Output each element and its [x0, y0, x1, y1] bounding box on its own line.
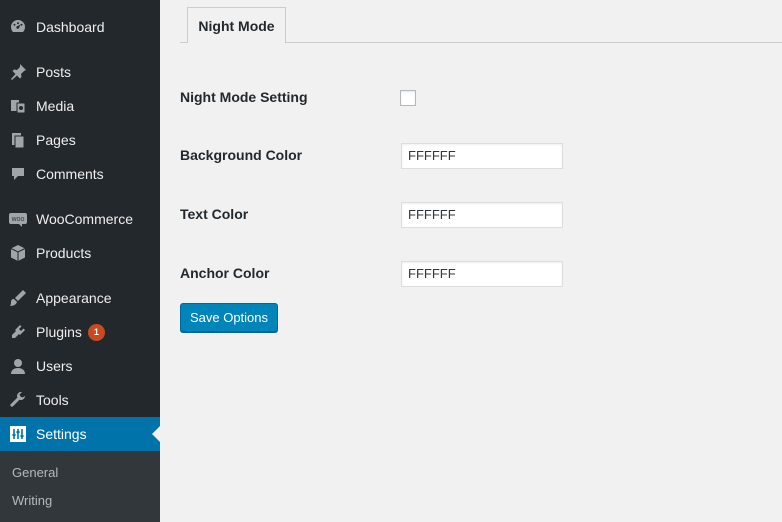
sidebar-item-label: WooCommerce: [36, 211, 133, 227]
media-icon: [8, 96, 28, 116]
sidebar-item-label: Settings: [36, 426, 87, 442]
background-color-input[interactable]: FFFFFF: [401, 143, 563, 169]
svg-text:WOO: WOO: [12, 217, 25, 223]
save-options-button[interactable]: Save Options: [180, 303, 278, 332]
admin-sidebar: Dashboard Posts Media Pages Comments WOO…: [0, 0, 160, 522]
sidebar-item-posts[interactable]: Posts: [0, 55, 160, 89]
submenu-item-general[interactable]: General: [12, 465, 58, 480]
background-color-label: Background Color: [180, 147, 303, 163]
woocommerce-icon: WOO: [8, 209, 28, 229]
sidebar-item-label: Dashboard: [36, 19, 105, 35]
sidebar-item-plugins[interactable]: Plugins 1: [0, 315, 160, 349]
sidebar-item-label: Products: [36, 245, 92, 261]
pages-icon: [8, 130, 28, 150]
night-mode-checkbox[interactable]: [400, 90, 416, 106]
night-mode-setting-label: Night Mode Setting: [180, 89, 308, 105]
dashboard-icon: [8, 17, 28, 37]
sidebar-item-dashboard[interactable]: Dashboard: [0, 10, 160, 44]
settings-submenu: General Writing: [0, 451, 160, 522]
sidebar-item-woocommerce[interactable]: WOO WooCommerce: [0, 202, 160, 236]
sidebar-item-products[interactable]: Products: [0, 236, 160, 270]
sidebar-item-label: Pages: [36, 132, 76, 148]
update-count-badge: 1: [87, 323, 105, 341]
sidebar-item-appearance[interactable]: Appearance: [0, 281, 160, 315]
submenu-item-writing[interactable]: Writing: [12, 493, 52, 508]
sidebar-item-media[interactable]: Media: [0, 89, 160, 123]
brush-icon: [8, 288, 28, 308]
text-color-input[interactable]: FFFFFF: [401, 202, 563, 228]
plug-icon: [8, 322, 28, 342]
wrench-icon: [8, 390, 28, 410]
sidebar-item-tools[interactable]: Tools: [0, 383, 160, 417]
anchor-color-label: Anchor Color: [180, 265, 270, 281]
sidebar-item-comments[interactable]: Comments: [0, 157, 160, 191]
sidebar-item-label: Users: [36, 358, 73, 374]
sidebar-item-label: Posts: [36, 64, 72, 80]
tab-night-mode[interactable]: Night Mode: [187, 7, 286, 43]
sidebar-item-label: Tools: [36, 392, 69, 408]
settings-icon: [8, 424, 28, 444]
comment-icon: [8, 164, 28, 184]
user-icon: [8, 356, 28, 376]
sidebar-item-label: Comments: [36, 166, 104, 182]
sidebar-item-pages[interactable]: Pages: [0, 123, 160, 157]
text-color-label: Text Color: [180, 206, 249, 222]
anchor-color-input[interactable]: FFFFFF: [401, 261, 563, 287]
sidebar-item-label: Media: [36, 98, 75, 114]
sidebar-item-label: Plugins: [36, 324, 82, 340]
pin-icon: [8, 62, 28, 82]
sidebar-item-label: Appearance: [36, 290, 112, 306]
box-icon: [8, 243, 28, 263]
sidebar-item-users[interactable]: Users: [0, 349, 160, 383]
sidebar-item-settings[interactable]: Settings: [0, 417, 160, 451]
